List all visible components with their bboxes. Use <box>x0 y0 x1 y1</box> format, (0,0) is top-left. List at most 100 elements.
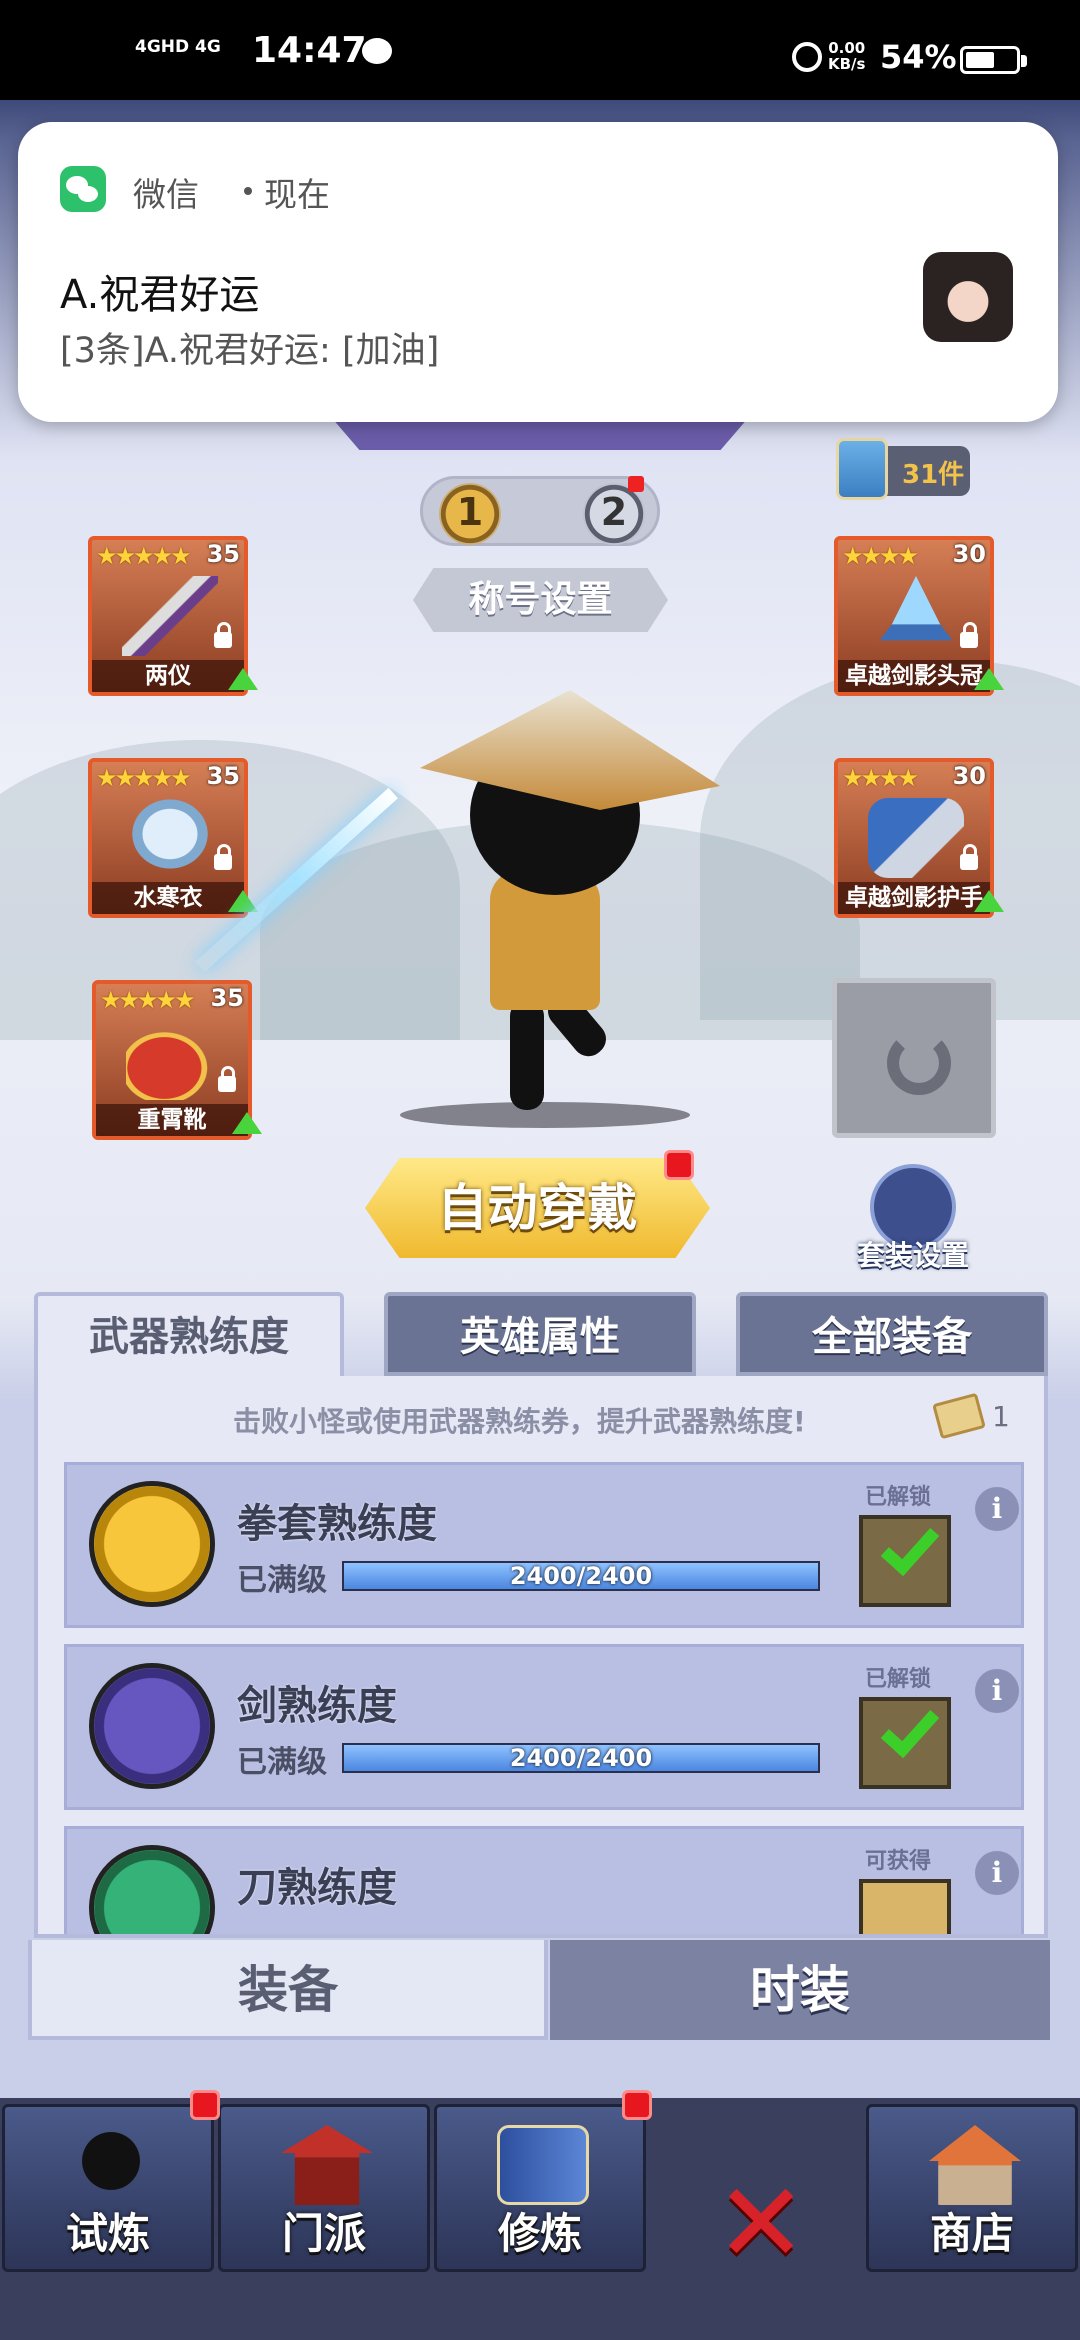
close-icon[interactable]: ✕ <box>715 2168 807 2278</box>
slot-armor[interactable]: ★★★★★ 35 水寒衣 <box>88 758 258 918</box>
list-item[interactable]: 剑熟练度 已满级 2400/2400 已解锁 i <box>64 1644 1024 1810</box>
nav-cultivation[interactable]: 修炼 <box>434 2104 646 2272</box>
star-rating: ★★★★★ <box>100 986 196 1014</box>
nav-label: 修炼 <box>497 2209 582 2258</box>
upgrade-arrow-icon <box>228 668 258 690</box>
proficiency-panel: 击败小怪或使用武器熟练券，提升武器熟练度! 1 拳套熟练度 已满级 2400/2… <box>34 1376 1048 1938</box>
notification-badge <box>622 2090 652 2120</box>
set-settings-label: 套装设置 <box>856 1239 969 1272</box>
tab-hero-attributes[interactable]: 英雄属性 <box>384 1292 696 1376</box>
star-rating: ★★★★ <box>842 542 919 570</box>
lock-icon <box>218 1066 236 1092</box>
ticket-count: 1 <box>992 1400 1010 1433</box>
unlocked-check-icon <box>859 1697 951 1789</box>
slot-empty[interactable] <box>832 978 996 1138</box>
lock-icon <box>960 622 978 648</box>
slot-weapon[interactable]: ★★★★★ 35 两仪 <box>88 536 258 696</box>
level-status: 已满级 <box>237 1563 327 1598</box>
shop-icon <box>929 2125 1021 2205</box>
notification-title: A.祝君好运 <box>60 272 260 318</box>
slot-boots[interactable]: ★★★★★ 35 重霄靴 <box>92 980 262 1140</box>
notification-badge <box>664 1150 694 1180</box>
weapon-name: 刀熟练度 <box>237 1865 397 1911</box>
progress-bar: 2400/2400 <box>342 1743 820 1773</box>
tab-fashion[interactable]: 时装 <box>550 1940 1050 2040</box>
progress-bar: 2400/2400 <box>342 1561 820 1591</box>
level-status: 已满级 <box>237 1745 327 1780</box>
blade-icon <box>89 1845 215 1934</box>
item-level: 30 <box>952 762 986 790</box>
ninja-icon <box>65 2125 157 2205</box>
proficiency-ticket-icon <box>932 1392 986 1440</box>
nav-trial[interactable]: 试炼 <box>2 2104 214 2272</box>
title-page-1-button[interactable]: 1 <box>439 483 501 545</box>
reward-icon <box>859 1879 951 1934</box>
item-level: 30 <box>952 540 986 568</box>
item-level: 35 <box>206 540 240 568</box>
item-count-badge[interactable]: 31件 <box>836 438 970 500</box>
list-item[interactable]: 拳套熟练度 已满级 2400/2400 已解锁 i <box>64 1462 1024 1628</box>
slot-helmet[interactable]: ★★★★ 30 卓越剑影头冠 <box>834 536 1004 696</box>
wechat-notification[interactable]: 微信 现在 A.祝君好运 [3条]A.祝君好运: [加油] <box>18 122 1058 422</box>
book-icon <box>836 438 888 500</box>
upgrade-arrow-icon <box>974 890 1004 912</box>
boot-icon <box>126 1020 222 1100</box>
notification-badge <box>190 2090 220 2120</box>
nav-sect[interactable]: 门派 <box>218 2104 430 2272</box>
upgrade-arrow-icon <box>974 668 1004 690</box>
tab-weapon-proficiency[interactable]: 武器熟练度 <box>34 1292 344 1384</box>
item-name: 重霄靴 <box>96 1104 248 1136</box>
item-level: 35 <box>206 762 240 790</box>
slot-gloves[interactable]: ★★★★ 30 卓越剑影护手 <box>834 758 1004 918</box>
nav-shop[interactable]: 商店 <box>866 2104 1078 2272</box>
lock-icon <box>214 622 232 648</box>
tab-all-equipment[interactable]: 全部装备 <box>736 1292 1048 1376</box>
gauntlet-icon <box>868 798 964 878</box>
unlock-status: 已解锁 <box>865 1667 932 1692</box>
list-item[interactable]: 刀熟练度 可获得 i <box>64 1826 1024 1934</box>
armor-icon <box>122 798 218 878</box>
unlocked-check-icon <box>859 1515 951 1607</box>
info-icon[interactable]: i <box>975 1851 1019 1895</box>
title-page-2-button[interactable]: 2 <box>583 483 645 545</box>
notification-badge <box>628 476 644 492</box>
temple-icon <box>281 2125 373 2205</box>
sender-avatar <box>923 252 1013 342</box>
panel-tip: 击败小怪或使用武器熟练券，提升武器熟练度! <box>233 1405 806 1438</box>
character-shadow <box>400 1102 690 1128</box>
nav-label: 门派 <box>281 2209 366 2258</box>
title-page-switch: 1 2 <box>420 476 660 546</box>
battery-percent: 54% <box>880 38 957 76</box>
character-leg <box>510 1000 544 1110</box>
clock: 14:47 <box>252 30 367 71</box>
empty-slot-icon <box>887 1031 951 1095</box>
weapon-name: 拳套熟练度 <box>237 1501 437 1547</box>
star-rating: ★★★★★ <box>96 542 192 570</box>
net-speed: 0.00 KB/s <box>828 39 866 73</box>
item-level: 35 <box>210 984 244 1012</box>
item-name: 卓越剑影头冠 <box>838 660 990 692</box>
auto-equip-button[interactable]: 自动穿戴 <box>365 1158 710 1258</box>
wechat-icon <box>60 166 106 212</box>
star-rating: ★★★★ <box>842 764 919 792</box>
nav-label: 商店 <box>929 2209 1014 2258</box>
tab-equipment[interactable]: 装备 <box>28 1940 548 2040</box>
unlock-status: 已解锁 <box>865 1485 932 1510</box>
set-settings-button[interactable]: 套装设置 <box>848 1164 978 1274</box>
upgrade-arrow-icon <box>232 1112 262 1134</box>
notification-app-name: 微信 <box>133 175 199 214</box>
star-rating: ★★★★★ <box>96 764 192 792</box>
status-bar: 4GHD 4G 14:47 0.00 KB/s 54% <box>0 0 1080 100</box>
item-name: 卓越剑影护手 <box>838 882 990 914</box>
unlock-status: 可获得 <box>865 1849 932 1874</box>
info-icon[interactable]: i <box>975 1487 1019 1531</box>
nav-label: 试炼 <box>65 2209 150 2258</box>
network-indicator: 4GHD 4G <box>135 37 221 57</box>
info-icon[interactable]: i <box>975 1669 1019 1713</box>
weapon-name: 剑熟练度 <box>237 1683 397 1729</box>
lock-icon <box>214 844 232 870</box>
notification-body: [3条]A.祝君好运: [加油] <box>60 331 440 371</box>
title-settings-button[interactable]: 称号设置 <box>413 568 668 632</box>
item-name: 水寒衣 <box>92 882 244 914</box>
progress-text: 2400/2400 <box>509 1562 653 1590</box>
